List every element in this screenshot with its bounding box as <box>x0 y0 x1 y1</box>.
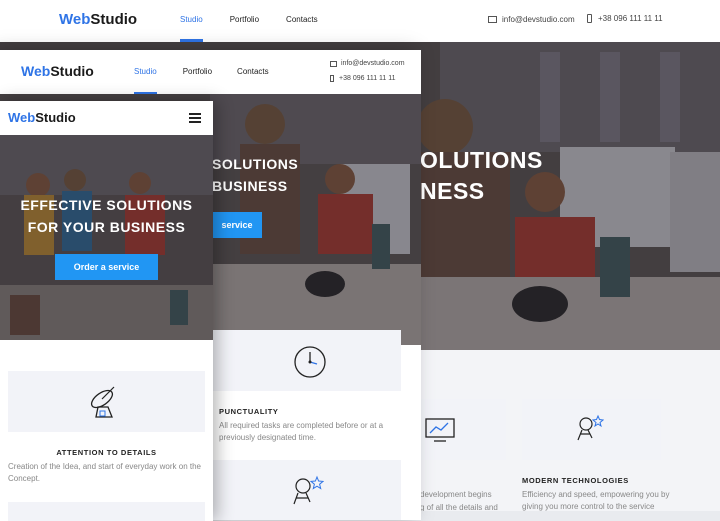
desktop-dev-line2: g of all the details and <box>420 503 498 511</box>
astronaut-icon <box>293 475 324 505</box>
envelope-icon <box>488 16 497 23</box>
mobile-logo[interactable]: WebStudio <box>8 110 76 125</box>
tablet-punctuality-text: All required tasks are completed before … <box>219 421 384 443</box>
desktop-email[interactable]: info@devstudio.com <box>488 15 575 24</box>
nav-studio[interactable]: Studio <box>180 15 203 42</box>
desktop-modern-text: Efficiency and speed, empowering you by … <box>522 490 670 511</box>
nav-portfolio[interactable]: Portfolio <box>183 67 212 76</box>
mobile-hero-line2: for your business <box>27 219 186 235</box>
phone-text: +38 096 111 11 11 <box>339 75 396 82</box>
nav-contacts[interactable]: Contacts <box>237 67 269 76</box>
tablet-punctuality-title: Punctuality <box>219 407 279 416</box>
tablet-phone[interactable]: +38 096 111 11 11 <box>330 75 396 82</box>
nav-studio[interactable]: Studio <box>134 67 157 95</box>
hero-shade <box>0 135 213 340</box>
email-text: info@devstudio.com <box>502 15 575 24</box>
envelope-icon <box>330 60 337 67</box>
desktop-logo[interactable]: WebStudio <box>59 11 137 28</box>
tablet-feature-card-modern <box>212 460 401 520</box>
logo-studio: Studio <box>35 110 76 125</box>
satellite-dish-icon <box>90 386 115 418</box>
nav-portfolio[interactable]: Portfolio <box>230 15 259 24</box>
desktop-header: WebStudio Studio Portfolio Contacts info… <box>0 0 720 42</box>
email-text: info@devstudio.com <box>341 60 405 67</box>
tablet-feature-card-punctuality <box>212 330 401 391</box>
logo-web: Web <box>59 11 91 28</box>
hamburger-menu-icon[interactable] <box>189 113 201 123</box>
phone-text: +38 096 111 11 11 <box>598 14 663 23</box>
mobile-feature-card-attention <box>8 371 205 432</box>
monitor-chart-icon <box>425 418 455 442</box>
desktop-hero-line2: NESS <box>420 178 485 204</box>
logo-studio: Studio <box>50 63 94 79</box>
mobile-hero-line1: Effective solutions <box>20 197 193 213</box>
astronaut-icon <box>577 414 604 441</box>
clock-icon <box>294 346 326 378</box>
mobile-attention-text: Creation of the Idea, and start of every… <box>8 462 201 484</box>
nav-contacts[interactable]: Contacts <box>286 15 318 24</box>
mobile-feature-card-next <box>8 502 205 521</box>
phone-icon <box>587 14 592 23</box>
desktop-phone[interactable]: +38 096 111 11 11 <box>587 14 663 23</box>
tablet-hero-line2: BUSINESS <box>212 178 288 194</box>
logo-web: Web <box>8 110 36 125</box>
tablet-nav: Studio Portfolio Contacts <box>134 67 269 95</box>
desktop-dev-line1: development begins <box>420 490 492 499</box>
tablet-hero-line1: SOLUTIONS <box>212 156 299 172</box>
mobile-order-button[interactable]: Order a service <box>55 254 158 280</box>
desktop-hero-line1: OLUTIONS <box>420 147 543 173</box>
phone-icon <box>330 75 334 82</box>
mobile-preview: WebStudio Effective solutions for your b… <box>0 101 213 521</box>
tablet-header: WebStudio Studio Portfolio Contacts info… <box>0 50 421 95</box>
tablet-logo[interactable]: WebStudio <box>21 63 94 79</box>
logo-studio: Studio <box>90 11 138 28</box>
tablet-order-button[interactable]: service <box>212 212 262 238</box>
mobile-attention-title: Attention to details <box>56 448 157 457</box>
tablet-email[interactable]: info@devstudio.com <box>330 60 405 67</box>
mobile-header: WebStudio <box>0 101 213 135</box>
mobile-hero: Effective solutions for your business Or… <box>0 135 213 340</box>
desktop-nav: Studio Portfolio Contacts <box>180 15 318 42</box>
desktop-feature-card-dev <box>410 399 506 460</box>
desktop-feature-card-modern <box>522 399 661 460</box>
logo-web: Web <box>21 63 51 79</box>
desktop-modern-title: Modern technologies <box>522 476 629 485</box>
